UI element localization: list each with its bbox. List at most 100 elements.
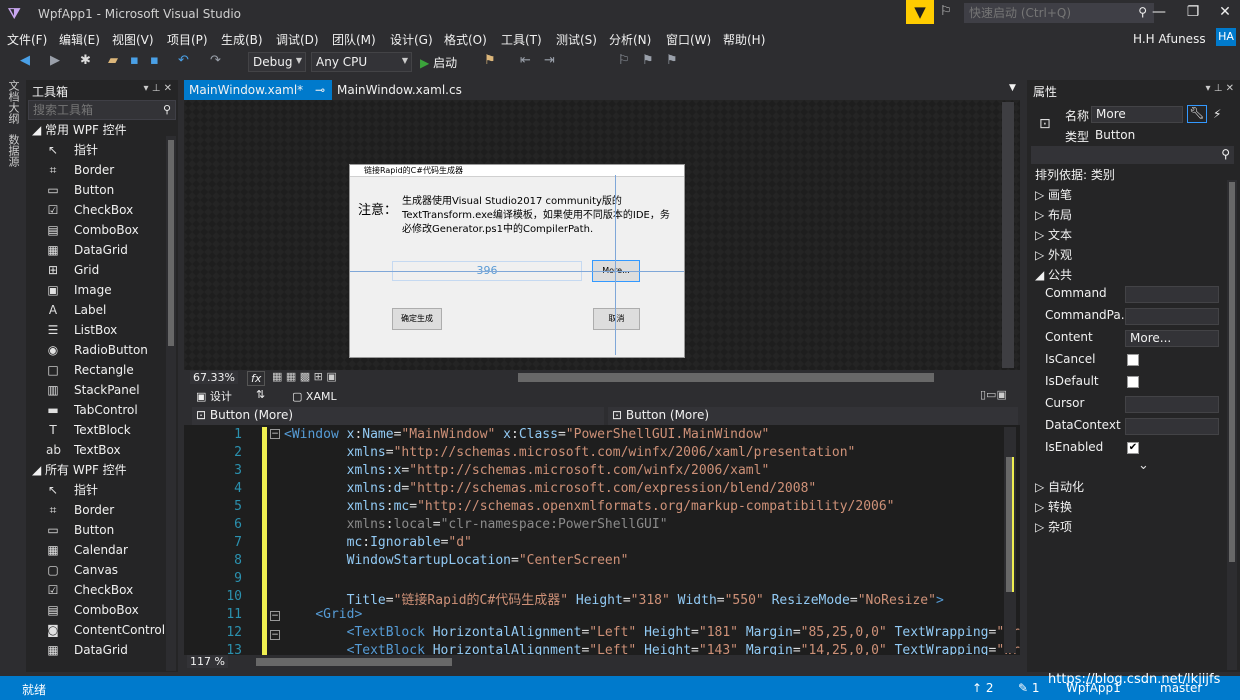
- collapse-icon[interactable]: −: [270, 429, 280, 439]
- search-icon[interactable]: ⚲: [163, 103, 171, 116]
- category-more-2[interactable]: ▷ 杂项: [1035, 518, 1072, 535]
- designer-horizontal-scrollbar[interactable]: [518, 373, 934, 382]
- pending-changes[interactable]: ↑ 2: [972, 681, 994, 695]
- sort-by-dropdown[interactable]: 排列依据: 类别: [1035, 166, 1115, 183]
- toolbox-item-datagrid[interactable]: ▦ DataGrid: [26, 640, 178, 660]
- editor-horizontal-scrollbar[interactable]: [256, 658, 452, 666]
- save-all-icon[interactable]: ▪: [150, 53, 159, 68]
- cancel-button[interactable]: 取消: [593, 308, 640, 330]
- menu-view[interactable]: 视图(V): [112, 31, 154, 48]
- category-more-1[interactable]: ▷ 转换: [1035, 498, 1072, 515]
- menu-project[interactable]: 项目(P): [167, 31, 208, 48]
- swap-panes-icon[interactable]: ⇅: [256, 388, 265, 401]
- toolbox-item-textbox[interactable]: ab TextBox: [26, 440, 178, 460]
- toolbox-item-contentcontrol[interactable]: ◙ ContentControl: [26, 620, 178, 640]
- designer-zoom[interactable]: 67.33%: [190, 371, 238, 384]
- scrollbar-thumb[interactable]: [1006, 457, 1014, 592]
- toolbox-item-listbox[interactable]: ☰ ListBox: [26, 320, 178, 340]
- restore-button[interactable]: ❐: [1178, 4, 1208, 20]
- step-icon[interactable]: ⇤: [520, 53, 531, 68]
- bookmark-icon[interactable]: ⚐: [618, 53, 630, 68]
- tab-document-outline[interactable]: 文档大纲: [5, 80, 21, 124]
- menu-edit[interactable]: 编辑(E): [59, 31, 100, 48]
- editor-zoom[interactable]: 117 %: [187, 655, 228, 668]
- toolbox-item-grid[interactable]: ⊞ Grid: [26, 260, 178, 280]
- property-search[interactable]: ⚲: [1031, 146, 1234, 164]
- property-value[interactable]: [1125, 308, 1219, 325]
- expand-more-icon[interactable]: ⌄: [1138, 458, 1149, 473]
- toolbox-group-all[interactable]: ◢ 所有 WPF 控件: [26, 460, 178, 480]
- toolbox-item-calendar[interactable]: ▦ Calendar: [26, 540, 178, 560]
- tab-data-sources[interactable]: 数据源: [5, 134, 21, 167]
- toolbox-search-input[interactable]: [29, 101, 149, 119]
- layout-toggle-icon[interactable]: ▯▭▣: [980, 388, 1007, 401]
- property-checkbox[interactable]: [1127, 354, 1139, 366]
- redo-icon[interactable]: ↷: [210, 53, 221, 68]
- edit-count[interactable]: ✎ 1: [1018, 681, 1040, 695]
- forward-icon[interactable]: ▶: [50, 53, 60, 68]
- menu-analyze[interactable]: 分析(N): [609, 31, 651, 48]
- toolbox-item-datagrid[interactable]: ▦ DataGrid: [26, 240, 178, 260]
- property-value[interactable]: [1125, 286, 1219, 303]
- minimize-button[interactable]: —: [1144, 4, 1174, 20]
- toolbox-item-image[interactable]: ▣ Image: [26, 280, 178, 300]
- events-lightning-icon[interactable]: ⚡︎: [1213, 107, 1221, 121]
- xaml-editor[interactable]: 1 2 3 4 5 6 7 8 9 10 11 12 13 − − − <Window x:Name="…: [184, 425, 1020, 655]
- toolbox-item-label[interactable]: A Label: [26, 300, 178, 320]
- back-icon[interactable]: ◀: [20, 53, 30, 68]
- fx-icon[interactable]: fx: [247, 371, 266, 386]
- menu-file[interactable]: 文件(F): [7, 31, 47, 48]
- quick-launch-input[interactable]: [965, 4, 1125, 22]
- menu-design[interactable]: 设计(G): [390, 31, 433, 48]
- toolbox-item-tabcontrol[interactable]: ▬ TabControl: [26, 400, 178, 420]
- toolbox-item-button[interactable]: ▭ Button: [26, 520, 178, 540]
- toolbox-item-radiobutton[interactable]: ◉ RadioButton: [26, 340, 178, 360]
- menu-tools[interactable]: 工具(T): [501, 31, 542, 48]
- generate-button[interactable]: 确定生成: [392, 308, 442, 330]
- xaml-view-tab[interactable]: ▢ XAML: [292, 390, 337, 403]
- toolbox-item-指针[interactable]: ↖ 指针: [26, 480, 178, 500]
- category-0[interactable]: ▷ 画笔: [1035, 186, 1072, 203]
- toolbox-item-border[interactable]: ⌗ Border: [26, 500, 178, 520]
- bookmark-prev-icon[interactable]: ⚑: [642, 53, 654, 68]
- category-3[interactable]: ▷ 外观: [1035, 246, 1072, 263]
- configuration-dropdown[interactable]: Debug ▼: [248, 52, 306, 72]
- chevron-down-icon[interactable]: ▼: [1004, 80, 1021, 100]
- property-value[interactable]: More...: [1125, 330, 1219, 347]
- menu-test[interactable]: 测试(S): [556, 31, 597, 48]
- pin-icon[interactable]: ▾ ⊥ ✕: [144, 83, 172, 94]
- avatar[interactable]: HA: [1216, 28, 1236, 46]
- category-2[interactable]: ▷ 文本: [1035, 226, 1072, 243]
- toolbox-item-rectangle[interactable]: □ Rectangle: [26, 360, 178, 380]
- menu-build[interactable]: 生成(B): [221, 31, 263, 48]
- toolbox-scrollbar[interactable]: [166, 136, 176, 671]
- close-button[interactable]: ✕: [1210, 4, 1240, 20]
- toolbox-item-border[interactable]: ⌗ Border: [26, 160, 178, 180]
- menu-window[interactable]: 窗口(W): [666, 31, 711, 48]
- design-surface[interactable]: 链接Rapid的C#代码生成器 注意： 生成器使用Visual Studio20…: [184, 100, 1020, 370]
- scrollbar-thumb[interactable]: [1229, 182, 1235, 562]
- menu-team[interactable]: 团队(M): [332, 31, 376, 48]
- search-icon[interactable]: ⚲: [1221, 147, 1230, 161]
- category-more-0[interactable]: ▷ 自动化: [1035, 478, 1084, 495]
- pin-icon[interactable]: ⊸: [315, 83, 325, 97]
- property-checkbox[interactable]: ✔: [1127, 442, 1139, 454]
- property-value[interactable]: [1125, 418, 1219, 435]
- toolbox-item-指针[interactable]: ↖ 指针: [26, 140, 178, 160]
- menu-debug[interactable]: 调试(D): [276, 31, 319, 48]
- menu-help[interactable]: 帮助(H): [723, 31, 765, 48]
- step-over-icon[interactable]: ⇥: [544, 53, 555, 68]
- toolbox-item-combobox[interactable]: ▤ ComboBox: [26, 220, 178, 240]
- nav-right-dropdown[interactable]: ⊡ Button (More): [608, 407, 1018, 425]
- collapse-icon[interactable]: −: [270, 611, 280, 621]
- menu-format[interactable]: 格式(O): [444, 31, 487, 48]
- note-label[interactable]: 注意：: [358, 199, 397, 218]
- nav-left-dropdown[interactable]: ⊡ Button (More): [192, 407, 604, 425]
- category-common[interactable]: ◢ 公共: [1035, 266, 1072, 283]
- property-checkbox[interactable]: [1127, 376, 1139, 388]
- designer-vertical-scrollbar[interactable]: [1002, 102, 1014, 368]
- toolbox-item-checkbox[interactable]: ☑ CheckBox: [26, 200, 178, 220]
- save-icon[interactable]: ▪: [130, 53, 139, 68]
- feedback-filter-icon[interactable]: ▼: [906, 0, 934, 24]
- tab-mainwindow-xaml[interactable]: MainWindow.xaml* ⊸ ✕: [184, 80, 332, 111]
